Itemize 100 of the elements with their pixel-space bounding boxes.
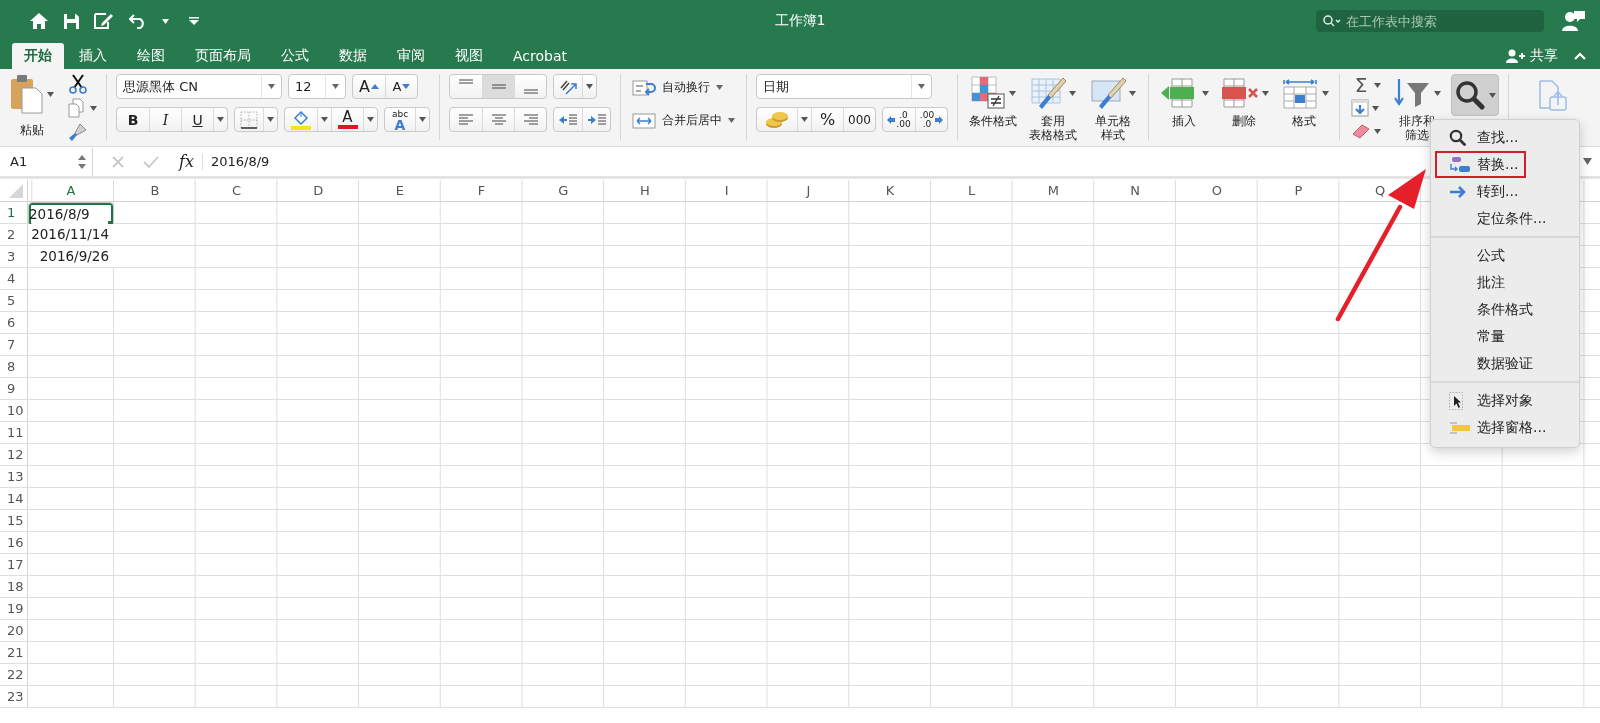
column-header[interactable]: D xyxy=(277,180,360,201)
stepper-icon xyxy=(78,153,86,170)
menu-item[interactable]: 常量 xyxy=(1431,323,1513,350)
column-header[interactable]: I xyxy=(685,180,768,201)
column-header[interactable]: L xyxy=(930,180,1013,201)
font-name-field[interactable]: 思源黑体 CN xyxy=(116,74,282,99)
home-icon[interactable] xyxy=(29,12,49,30)
check-icon[interactable] xyxy=(143,154,159,169)
formula-field[interactable]: 2016/8/9 xyxy=(210,154,270,169)
table-format-button[interactable]: 套用 表格格式 xyxy=(1027,74,1079,146)
dropdown-button[interactable] xyxy=(797,108,811,131)
column-header[interactable]: C xyxy=(195,180,278,201)
italic-button[interactable]: I xyxy=(149,108,181,131)
menu-item[interactable]: 选择窗格... xyxy=(1431,414,1555,441)
column-header[interactable]: J xyxy=(767,180,850,201)
account-icon[interactable] xyxy=(1562,10,1586,32)
column-header[interactable]: F xyxy=(440,180,523,201)
font-size-field[interactable]: 12 xyxy=(288,74,346,99)
cell-styles-button[interactable]: 单元格 样式 xyxy=(1087,74,1139,146)
format-cells-button[interactable]: 格式 xyxy=(1278,74,1330,146)
menu-item[interactable]: 公式 xyxy=(1431,242,1513,269)
number-format-field[interactable]: 日期 xyxy=(756,74,932,99)
name-box[interactable]: A1 xyxy=(0,147,93,176)
dropdown-button[interactable] xyxy=(363,108,377,131)
table-brush-icon xyxy=(1030,76,1067,110)
ribbon-tab[interactable]: Acrobat xyxy=(498,43,582,69)
down-triangle-icon xyxy=(402,84,411,89)
column-header[interactable]: P xyxy=(1257,180,1340,201)
caret-icon[interactable] xyxy=(47,91,54,97)
delete-cells-button[interactable]: 删除 xyxy=(1218,74,1270,146)
insert-cells-button[interactable]: 插入 xyxy=(1158,74,1210,146)
merge-center-button[interactable]: 合并后居中 xyxy=(630,107,737,134)
underline-button[interactable]: U xyxy=(181,108,213,131)
search-icon xyxy=(1449,129,1466,146)
caret-icon[interactable] xyxy=(162,18,169,24)
share-button[interactable]: 共享 xyxy=(1500,43,1564,69)
column-header[interactable]: O xyxy=(1175,180,1258,201)
insert-function-button[interactable]: fx xyxy=(175,152,198,171)
dropdown-button[interactable] xyxy=(415,108,429,131)
customize-icon[interactable] xyxy=(189,17,199,25)
dropdown-button[interactable] xyxy=(317,108,331,131)
dropdown-button[interactable] xyxy=(263,108,277,131)
align-icon xyxy=(459,79,473,84)
menu-item[interactable]: 数据验证 xyxy=(1431,350,1541,377)
edit-icon[interactable] xyxy=(94,12,114,30)
caret-icon[interactable] xyxy=(90,105,97,111)
caret-icon xyxy=(1068,90,1076,96)
paint-bucket-icon xyxy=(290,109,312,130)
find-select-button[interactable] xyxy=(1451,74,1499,116)
save-icon[interactable] xyxy=(63,12,80,30)
ribbon-tab[interactable]: 数据 xyxy=(324,43,382,69)
search-field[interactable]: 在工作表中搜索 xyxy=(1316,10,1544,32)
format-painter-icon[interactable] xyxy=(68,122,88,142)
caret-icon xyxy=(1128,90,1136,96)
ribbon-tab[interactable]: 插入 xyxy=(64,43,122,69)
font-color-button[interactable]: A xyxy=(331,108,363,131)
column-header[interactable]: B xyxy=(114,180,196,201)
autosum-button[interactable]: Σ xyxy=(1349,74,1383,96)
borders-icon xyxy=(240,110,258,129)
ribbon-tab[interactable]: 视图 xyxy=(440,43,498,69)
conditional-format-button[interactable]: 条件格式 xyxy=(967,74,1019,146)
wrap-text-icon xyxy=(632,78,656,97)
scissors-icon[interactable] xyxy=(68,74,88,94)
ribbon-tab[interactable]: 开始 xyxy=(12,43,64,69)
paste-button[interactable]: 粘贴 xyxy=(10,74,54,146)
column-header[interactable]: G xyxy=(522,180,605,201)
comma-style-button[interactable]: 000 xyxy=(843,108,875,131)
column-header[interactable]: K xyxy=(849,180,931,201)
coins-icon xyxy=(765,110,789,129)
phonetic-button[interactable]: abc A xyxy=(385,108,415,131)
dropdown-button[interactable] xyxy=(582,75,596,98)
column-header[interactable]: E xyxy=(359,180,441,201)
menu-item[interactable]: 批注 xyxy=(1431,269,1513,296)
column-header[interactable]: Q xyxy=(1339,180,1421,201)
dropdown-button[interactable] xyxy=(213,108,227,131)
menu-item[interactable]: 转到... xyxy=(1431,178,1527,205)
ribbon-tab[interactable]: 公式 xyxy=(266,43,324,69)
column-header[interactable]: H xyxy=(604,180,686,201)
ribbon-tab[interactable]: 审阅 xyxy=(382,43,440,69)
shrink-font-button[interactable]: A xyxy=(385,75,417,98)
bold-button[interactable]: B xyxy=(117,108,149,131)
percent-button[interactable]: % xyxy=(811,108,843,131)
increase-decimal-button[interactable]: .0 .00 xyxy=(883,108,915,131)
grow-font-button[interactable]: A xyxy=(353,75,385,98)
ribbon-tab[interactable]: 页面布局 xyxy=(180,43,266,69)
menu-item[interactable]: 条件格式 xyxy=(1431,296,1541,323)
indent-icon xyxy=(586,112,607,127)
column-header[interactable]: N xyxy=(1094,180,1176,201)
column-header[interactable]: A xyxy=(28,180,114,201)
column-header[interactable]: M xyxy=(1012,180,1095,201)
decrease-decimal-button[interactable]: .00 .0 xyxy=(915,108,947,131)
menu-item[interactable]: 定位条件... xyxy=(1431,205,1555,232)
menu-item[interactable]: 查找... xyxy=(1431,124,1527,151)
ribbon-tab[interactable]: 绘图 xyxy=(122,43,180,69)
menu-item[interactable]: 替换... xyxy=(1435,151,1527,178)
collapse-icon[interactable] xyxy=(1574,52,1586,60)
expand-icon[interactable] xyxy=(1583,158,1592,165)
delete-cells-icon xyxy=(1219,77,1260,109)
menu-item[interactable]: 选择对象 xyxy=(1431,387,1541,414)
wrap-text-button[interactable]: 自动换行 xyxy=(630,74,737,101)
